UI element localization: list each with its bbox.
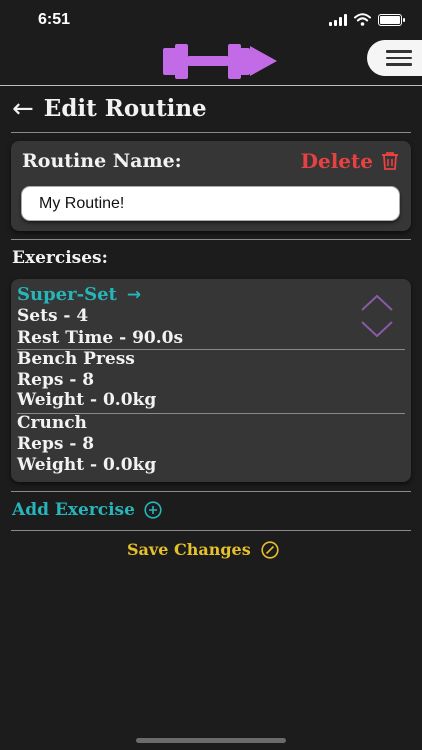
delete-label: Delete — [300, 149, 373, 173]
exercise-reps: Reps - 8 — [17, 370, 95, 390]
slash-circle-icon — [261, 540, 279, 559]
dumbbell-play-logo — [163, 44, 277, 79]
superset-card[interactable]: Super-Set → Sets - 4 Rest Time - 90.0s B… — [11, 279, 411, 482]
hamburger-line — [386, 50, 412, 53]
superset-title-label: Super-Set — [17, 284, 117, 305]
arrow-right-icon: → — [126, 284, 142, 305]
add-exercise-button[interactable]: Add Exercise — [12, 500, 162, 520]
delete-button[interactable]: Delete — [301, 149, 399, 173]
exercise-name[interactable]: Crunch — [17, 413, 87, 433]
back-arrow-icon[interactable]: ← — [12, 96, 34, 122]
hamburger-line — [386, 56, 412, 60]
superset-title[interactable]: Super-Set → — [17, 284, 141, 305]
battery-icon — [378, 13, 405, 26]
divider — [11, 491, 411, 492]
add-exercise-label: Add Exercise — [12, 500, 135, 520]
reorder-chevrons-icon[interactable] — [360, 293, 394, 339]
status-icons — [329, 13, 405, 26]
app-header — [0, 34, 422, 86]
cellular-signal-icon — [329, 13, 347, 26]
hamburger-line — [386, 63, 412, 66]
exercise-reps: Reps - 8 — [17, 434, 95, 454]
exercise-weight: Weight - 0.0kg — [17, 455, 157, 475]
status-time: 6:51 — [38, 11, 71, 28]
routine-name-input[interactable] — [21, 186, 400, 221]
exercises-label: Exercises: — [12, 248, 108, 268]
plus-circle-icon — [144, 501, 162, 519]
divider — [11, 530, 411, 531]
save-changes-button[interactable]: Save Changes — [127, 540, 279, 559]
superset-rest-time: Rest Time - 90.0s — [17, 328, 184, 348]
superset-sets: Sets - 4 — [17, 306, 89, 326]
exercise-name[interactable]: Bench Press — [17, 349, 135, 369]
menu-button[interactable] — [367, 40, 422, 76]
divider — [11, 239, 411, 240]
routine-name-label: Routine Name: — [22, 150, 182, 172]
page-title: Edit Routine — [43, 95, 207, 122]
trash-icon — [382, 152, 398, 170]
divider — [11, 132, 411, 133]
title-row: ← Edit Routine — [12, 95, 207, 122]
save-changes-label: Save Changes — [127, 540, 251, 559]
wifi-icon — [354, 13, 371, 26]
home-indicator — [136, 738, 286, 743]
routine-name-card: Routine Name: Delete — [11, 141, 411, 231]
exercise-weight: Weight - 0.0kg — [17, 390, 157, 410]
